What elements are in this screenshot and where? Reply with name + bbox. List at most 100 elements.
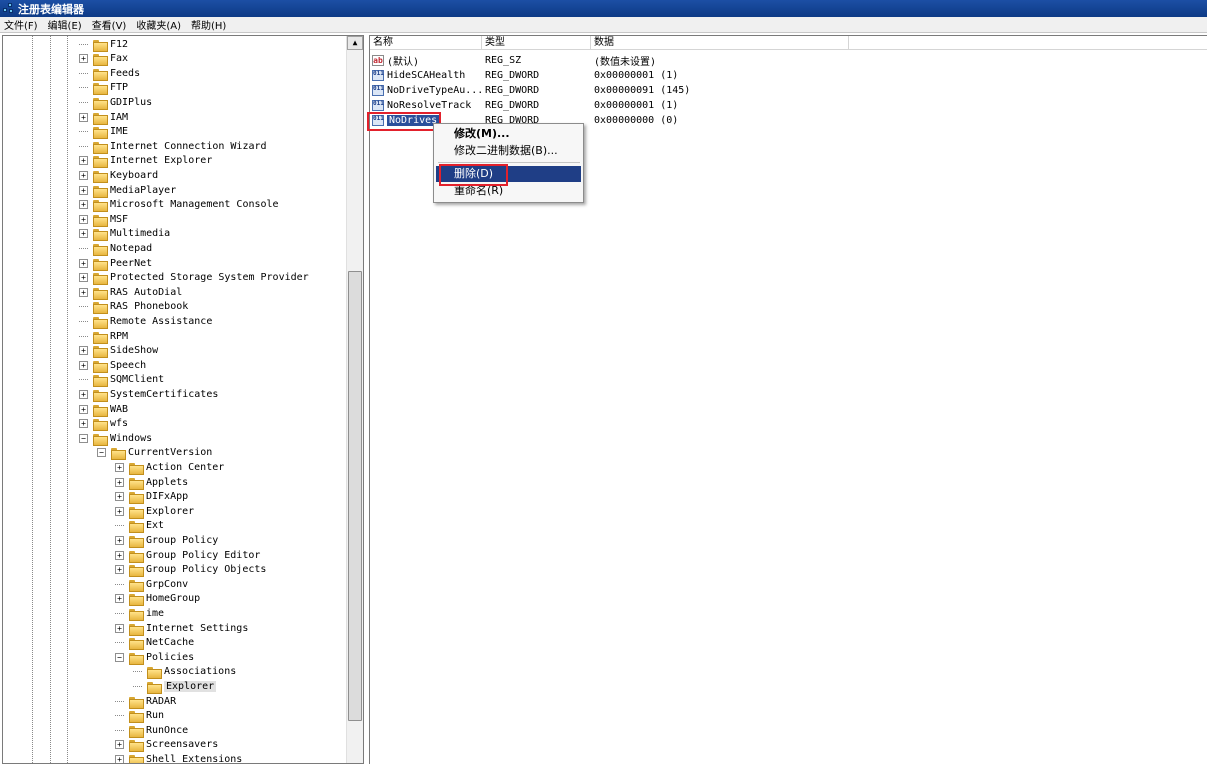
expand-plus-icon[interactable]: + [79,287,88,297]
scroll-up-arrow-icon[interactable]: ▲ [347,36,363,50]
expand-plus-icon[interactable]: + [79,258,88,268]
collapse-minus-icon[interactable]: − [97,448,106,458]
ctx-modify[interactable]: 修改(M)... [436,126,581,142]
tree-item[interactable]: + RAS AutoDial [79,285,182,300]
tree-item[interactable]: + DIFxApp [115,490,188,505]
tree-item[interactable]: + Applets [115,475,188,490]
tree-item[interactable]: − Policies [115,650,194,665]
tree-item[interactable]: IME [79,125,128,140]
menu-help[interactable]: 帮助(H) [191,17,226,32]
tree-item[interactable]: + Group Policy [115,533,218,548]
tree-item[interactable]: ime [115,606,164,621]
tree-item[interactable]: + MediaPlayer [79,183,176,198]
expand-plus-icon[interactable]: + [115,594,124,604]
tree-item[interactable]: RADAR [115,694,176,709]
tree-item[interactable]: RunOnce [115,723,188,738]
tree-item[interactable]: F12 [79,37,128,52]
expand-plus-icon[interactable]: + [115,506,124,516]
collapse-minus-icon[interactable]: − [79,433,88,443]
value-row[interactable]: 011 HideSCAHealth REG_DWORD 0x00000001 (1) [370,68,678,82]
menu-file[interactable]: 文件(F) [4,17,38,32]
tree-item[interactable]: − CurrentVersion [97,446,212,461]
expand-plus-icon[interactable]: + [79,404,88,414]
tree-item[interactable]: + Group Policy Editor [115,548,260,563]
expand-plus-icon[interactable]: + [79,185,88,195]
tree-item[interactable]: + Screensavers [115,738,218,753]
expand-plus-icon[interactable]: + [115,492,124,502]
tree-item[interactable]: Ext [115,519,164,534]
tree-item[interactable]: GDIPlus [79,95,152,110]
collapse-minus-icon[interactable]: − [115,652,124,662]
column-header-name[interactable]: 名称 [370,36,482,49]
tree-item[interactable]: − Windows [79,431,152,446]
tree-item[interactable]: + MSF [79,212,128,227]
tree-item[interactable]: Run [115,709,164,724]
value-row[interactable]: ab (默认) REG_SZ (数值未设置) [370,53,656,68]
expand-plus-icon[interactable]: + [79,170,88,180]
tree-item[interactable]: SQMClient [79,373,164,388]
ctx-modify-binary[interactable]: 修改二进制数据(B)... [436,143,581,159]
tree-item[interactable]: + Action Center [115,460,224,475]
tree-item[interactable]: + Group Policy Objects [115,563,266,578]
tree-item[interactable]: + SideShow [79,344,158,359]
tree-item[interactable]: RPM [79,329,128,344]
menu-favorites[interactable]: 收藏夹(A) [136,17,181,32]
expand-plus-icon[interactable]: + [79,346,88,356]
expand-plus-icon[interactable]: + [79,214,88,224]
tree-item[interactable]: + Shell Extensions [115,752,242,763]
value-row[interactable]: 011 NoDriveTypeAu... REG_DWORD 0x00000091 (… [370,83,690,97]
tree-item[interactable]: FTP [79,81,128,96]
tree-item[interactable]: Feeds [79,66,140,81]
expand-plus-icon[interactable]: + [115,462,124,472]
tree-item[interactable]: + SystemCertificates [79,387,218,402]
tree-item[interactable]: + Keyboard [79,168,158,183]
expand-plus-icon[interactable]: + [79,229,88,239]
tree-item[interactable]: + Internet Settings [115,621,248,636]
tree-item[interactable]: Explorer [133,679,217,694]
registry-key-tree[interactable]: ▲ F12 + Fax Feeds FTP GDIPlus + IAM IME Internet … [2,35,364,764]
column-header-type[interactable]: 类型 [482,36,591,49]
tree-item[interactable]: + Microsoft Management Console [79,198,279,213]
expand-plus-icon[interactable]: + [115,740,124,750]
tree-item[interactable]: + PeerNet [79,256,152,271]
tree-item[interactable]: Associations [133,665,236,680]
column-header-data[interactable]: 数据 [591,36,849,49]
expand-plus-icon[interactable]: + [79,112,88,122]
tree-item[interactable]: + WAB [79,402,128,417]
ctx-rename[interactable]: 重命名(R) [436,183,581,199]
tree-item[interactable]: + wfs [79,417,128,432]
expand-plus-icon[interactable]: + [79,200,88,210]
ctx-delete[interactable]: 删除(D) [436,166,581,182]
expand-plus-icon[interactable]: + [79,54,88,64]
expand-plus-icon[interactable]: + [115,565,124,575]
expand-plus-icon[interactable]: + [79,360,88,370]
expand-plus-icon[interactable]: + [115,477,124,487]
expand-plus-icon[interactable]: + [79,389,88,399]
tree-item[interactable]: + Multimedia [79,227,170,242]
tree-item[interactable]: + Protected Storage System Provider [79,271,309,286]
tree-item[interactable]: + Internet Explorer [79,154,212,169]
tree-item[interactable]: + IAM [79,110,128,125]
menu-view[interactable]: 查看(V) [92,17,127,32]
tree-item[interactable]: Notepad [79,241,152,256]
tree-item[interactable]: GrpConv [115,577,188,592]
expand-plus-icon[interactable]: + [115,754,124,763]
expand-plus-icon[interactable]: + [115,623,124,633]
tree-item[interactable]: + Speech [79,358,146,373]
tree-item[interactable]: + Fax [79,52,128,67]
expand-plus-icon[interactable]: + [115,550,124,560]
tree-item[interactable]: RAS Phonebook [79,300,188,315]
scroll-thumb[interactable] [348,271,362,721]
tree-item[interactable]: + Explorer [115,504,194,519]
expand-plus-icon[interactable]: + [79,156,88,166]
tree-item[interactable]: Internet Connection Wizard [79,139,267,154]
tree-item[interactable]: + HomeGroup [115,592,200,607]
tree-item[interactable]: Remote Assistance [79,314,212,329]
value-row[interactable]: 011 NoResolveTrack REG_DWORD 0x00000001 (1) [370,99,678,113]
expand-plus-icon[interactable]: + [79,273,88,283]
expand-plus-icon[interactable]: + [79,419,88,429]
menu-edit[interactable]: 编辑(E) [48,17,82,32]
tree-scrollbar[interactable]: ▲ [346,36,363,763]
expand-plus-icon[interactable]: + [115,535,124,545]
tree-item[interactable]: NetCache [115,636,194,651]
